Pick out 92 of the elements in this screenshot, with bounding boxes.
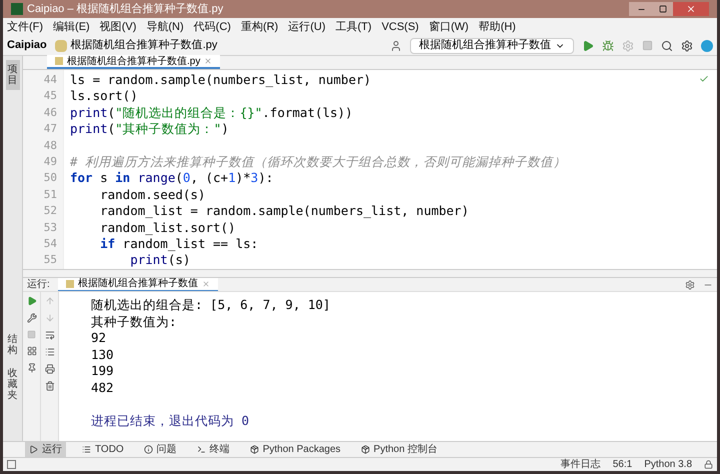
run-config-dropdown[interactable]: 根据随机组合推算种子数值: [410, 38, 574, 54]
line-number: 45: [42, 88, 58, 104]
line-number: 44: [42, 72, 58, 88]
python-file-icon: [54, 40, 67, 52]
rerun-icon[interactable]: [26, 296, 36, 306]
line-number: 48: [42, 138, 58, 154]
line-number: 47: [42, 121, 58, 138]
maximize-button[interactable]: [653, 2, 673, 16]
tool-window-tab[interactable]: Python 控制台: [356, 442, 442, 458]
trash-icon[interactable]: [44, 381, 54, 391]
settings-icon[interactable]: [685, 280, 695, 290]
code-line: ls = random.sample(numbers_list, number): [70, 72, 372, 88]
pin-icon[interactable]: [26, 363, 36, 373]
menu-item[interactable]: 运行(U): [288, 18, 326, 36]
python-file-icon: [55, 57, 63, 65]
close-icon[interactable]: [204, 57, 212, 65]
event-log-link[interactable]: 事件日志: [560, 457, 601, 472]
run-icon[interactable]: [582, 40, 594, 52]
code-line: random_list.sort(): [99, 220, 236, 236]
code-line: # 利用遍历方法来推算种子数值（循环次数要大于组合总数，否则可能漏掉种子数值）: [70, 154, 566, 170]
code-line: print("随机选出的组合是：{}".format(ls)): [70, 104, 353, 122]
line-number: 55: [42, 252, 58, 268]
package-icon: [250, 445, 259, 454]
tool-window-tab[interactable]: 问题: [140, 442, 181, 458]
line-number: 53: [42, 220, 58, 236]
console-line: 随机选出的组合是: [5, 6, 7, 9, 10]: [91, 297, 330, 314]
wrap-icon[interactable]: [44, 330, 54, 340]
tool-window-tab[interactable]: TODO: [78, 442, 128, 458]
code-line: print("其种子数值为："): [70, 121, 229, 138]
terminal-icon: [196, 445, 206, 454]
close-icon: [686, 4, 696, 14]
app-icon: [11, 3, 23, 15]
wrench-icon[interactable]: [26, 313, 36, 323]
menu-item[interactable]: 编辑(E): [53, 18, 90, 36]
side-tool-tab[interactable]: 收藏夹: [8, 368, 18, 401]
code-line: ls.sort(): [70, 88, 138, 105]
run-tab[interactable]: 根据随机组合推算种子数值: [58, 278, 218, 292]
console-line: 进程已结束，退出代码为 0: [91, 412, 250, 430]
play-icon: [29, 445, 38, 454]
python-file-icon: [66, 280, 74, 288]
window-title: Caipiao – 根据随机组合推算种子数值.py: [27, 2, 224, 17]
project-name[interactable]: Caipiao: [7, 37, 47, 54]
tool-window-tab[interactable]: 终端: [192, 442, 234, 458]
layout-icon[interactable]: [26, 346, 36, 356]
console-line: 其种子数值为:: [91, 314, 178, 330]
list-icon: [82, 445, 91, 454]
console-line: 130: [91, 346, 115, 364]
tool-window-tab[interactable]: 运行: [25, 442, 66, 458]
package-icon: [360, 445, 370, 454]
menu-item[interactable]: 视图(V): [100, 18, 136, 36]
code-editor[interactable]: [23, 70, 717, 270]
line-number: 49: [42, 154, 58, 170]
code-line: if random_list == ls:: [99, 236, 258, 252]
editor-tab[interactable]: 根据随机组合推算种子数值.py: [47, 55, 220, 69]
line-number: 46: [42, 104, 58, 121]
line-number: 50: [42, 170, 58, 186]
cursor-position[interactable]: 56:1: [612, 457, 632, 472]
console-line: 199: [91, 363, 115, 380]
line-number: 54: [42, 236, 58, 252]
side-tool-tab[interactable]: 结构: [8, 334, 18, 356]
menu-item[interactable]: VCS(S): [382, 18, 419, 36]
menu-item[interactable]: 帮助(H): [478, 18, 516, 36]
console-line: 92: [91, 330, 108, 347]
close-icon[interactable]: [202, 280, 210, 288]
menu-item[interactable]: 代码(C): [194, 18, 231, 36]
menu-item[interactable]: 文件(F): [7, 18, 44, 36]
maximize-icon: [659, 5, 667, 13]
menu-item[interactable]: 导航(N): [146, 18, 184, 36]
inspection-ok-icon: [699, 74, 709, 84]
menu-item[interactable]: 工具(T): [336, 18, 372, 36]
plugin-logo-icon[interactable]: [701, 40, 713, 52]
line-number: 51: [42, 186, 58, 203]
interpreter-label[interactable]: Python 3.8: [644, 457, 692, 472]
tool-window-tab[interactable]: Python Packages: [246, 442, 345, 458]
menu-item[interactable]: 重构(R): [240, 18, 278, 36]
settings-icon[interactable]: [681, 40, 693, 52]
breadcrumb-file[interactable]: 根据随机组合推算种子数值.py: [70, 37, 218, 54]
line-number: 52: [42, 203, 58, 220]
search-icon[interactable]: [661, 40, 673, 52]
menu-item[interactable]: 窗口(W): [428, 18, 469, 36]
lock-icon[interactable]: [704, 460, 713, 469]
debug-icon[interactable]: [602, 40, 614, 52]
code-line: random_list = random.sample(numbers_list, number): [99, 203, 469, 220]
print-icon[interactable]: [44, 364, 54, 374]
console-line: 482: [91, 380, 115, 397]
info-icon: [144, 445, 153, 454]
code-line: random.seed(s): [99, 186, 206, 204]
user-icon[interactable]: [390, 40, 402, 52]
status-bar-icon[interactable]: [7, 460, 16, 469]
run-panel-label: 运行:: [27, 278, 50, 292]
code-line: print(s): [129, 252, 190, 269]
code-line: for s in range(0, (c+1)*3):: [70, 170, 274, 187]
